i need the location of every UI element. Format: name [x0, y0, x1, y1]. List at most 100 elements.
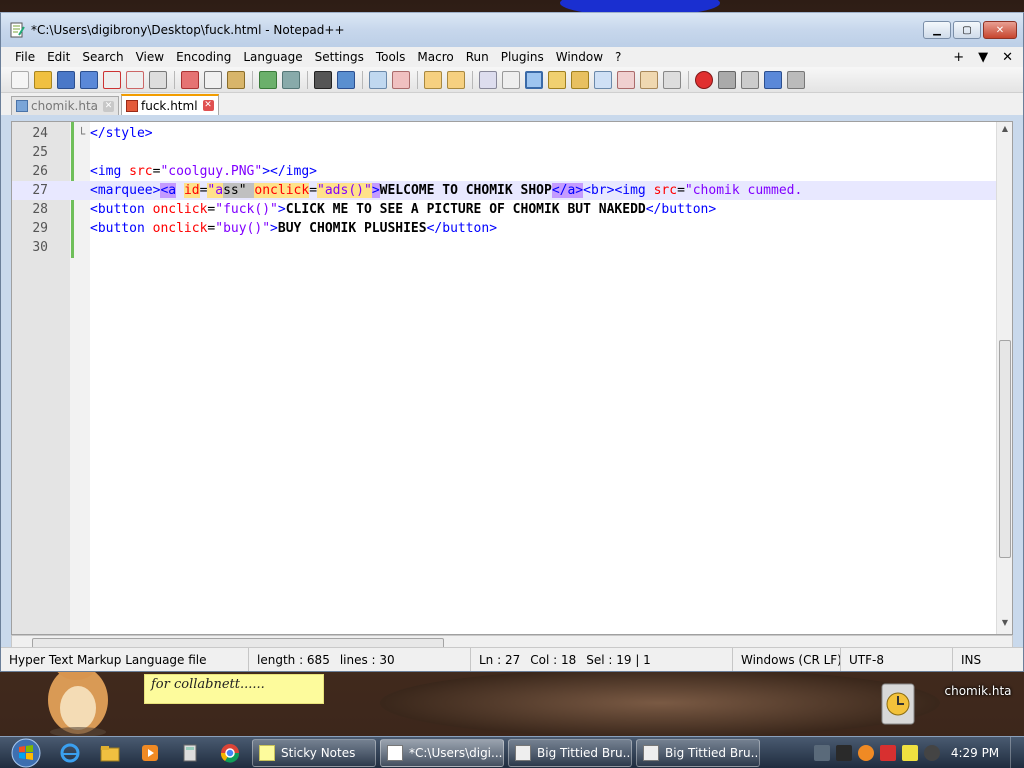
save-macro-icon[interactable] [787, 70, 805, 89]
run-macro-multiple-icon[interactable] [764, 70, 782, 89]
menu-window[interactable]: Window [550, 50, 609, 64]
scroll-up-icon[interactable]: ▲ [997, 124, 1012, 138]
zoom-out-icon[interactable] [392, 70, 410, 89]
maximize-button[interactable]: ▢ [953, 21, 981, 39]
title-bar[interactable]: *C:\Users\digibrony\Desktop\fuck.html - … [1, 13, 1023, 47]
taskbar-window-1[interactable]: Big Tittied Bru... [508, 738, 632, 767]
sync-vertical-icon[interactable] [424, 70, 442, 89]
folder-as-workspace-icon[interactable] [617, 70, 635, 89]
clock[interactable]: 4:29 PM [940, 746, 1010, 760]
code-line[interactable]: 28 <button onclick="fuck()">CLICK ME TO S… [12, 200, 998, 219]
minimize-button[interactable]: ▁ [923, 21, 951, 39]
vertical-scroll-thumb[interactable] [999, 340, 1011, 558]
tray-flag-icon[interactable] [880, 744, 896, 761]
indent-guide-icon[interactable] [525, 70, 543, 89]
zoom-in-icon[interactable] [369, 70, 387, 89]
window-controls: ▁ ▢ ✕ [921, 21, 1017, 39]
code-line[interactable]: 29 <button onclick="buy()">BUY CHOMIK PLU… [12, 219, 998, 238]
tray-volume-icon[interactable] [924, 744, 940, 761]
open-file-icon[interactable] [34, 70, 52, 89]
close-all-icon[interactable] [126, 70, 144, 89]
print-icon[interactable] [149, 70, 167, 89]
start-button[interactable] [4, 737, 48, 768]
paste-icon[interactable] [227, 70, 245, 89]
find-icon[interactable] [314, 70, 332, 89]
record-macro-icon[interactable] [695, 70, 713, 89]
scroll-down-icon[interactable]: ▼ [997, 618, 1012, 632]
tab-fuck-html[interactable]: fuck.html ✕ [121, 94, 219, 115]
sync-horizontal-icon[interactable] [447, 70, 465, 89]
show-desktop-button[interactable] [1010, 736, 1024, 768]
new-tab-icon[interactable]: + [953, 50, 964, 65]
close-document-icon[interactable]: ✕ [1002, 50, 1013, 65]
code-line[interactable]: 30 [12, 238, 998, 257]
menu-view[interactable]: View [130, 50, 170, 64]
code-line[interactable]: 27 <marquee><a id="ass" onclick="ads()">W… [12, 181, 998, 200]
save-all-icon[interactable] [80, 70, 98, 89]
menu-tools[interactable]: Tools [370, 50, 412, 64]
code-line[interactable]: 26 <img src="coolguy.PNG"></img> [12, 162, 998, 181]
pinned-explorer[interactable] [92, 739, 128, 767]
eye-icon[interactable] [663, 70, 681, 89]
pinned-internet-explorer[interactable] [52, 739, 88, 767]
code-token: "coolguy.PNG" [160, 164, 263, 179]
hta-file-desktop-icon[interactable] [878, 682, 918, 726]
menu-encoding[interactable]: Encoding [170, 50, 237, 64]
pinned-chrome[interactable] [212, 739, 248, 767]
define-language-icon[interactable] [548, 70, 566, 89]
tray-note-icon[interactable] [902, 744, 918, 761]
pinned-calculator[interactable] [172, 739, 208, 767]
menu-macro[interactable]: Macro [411, 50, 459, 64]
redo-icon[interactable] [282, 70, 300, 89]
new-file-icon[interactable] [11, 70, 29, 89]
undo-icon[interactable] [259, 70, 277, 89]
menu-file[interactable]: File [9, 50, 41, 64]
word-wrap-icon[interactable] [479, 70, 497, 89]
tray-search-icon[interactable] [858, 744, 874, 761]
menu-language[interactable]: Language [237, 50, 308, 64]
sticky-note[interactable]: for collabnett...... [144, 674, 324, 704]
code-token: </a> [551, 183, 584, 198]
monitoring-icon[interactable] [640, 70, 658, 89]
pinned-media-player[interactable] [132, 739, 168, 767]
tray-tools-icon[interactable] [836, 744, 852, 761]
tab-close-icon[interactable]: ✕ [103, 100, 114, 112]
window-title: *C:\Users\digibrony\Desktop\fuck.html - … [31, 23, 345, 37]
function-list-icon[interactable] [594, 70, 612, 89]
menu-run[interactable]: Run [460, 50, 495, 64]
menu-help[interactable]: ? [609, 50, 627, 64]
menu-edit[interactable]: Edit [41, 50, 76, 64]
show-all-chars-icon[interactable] [502, 70, 520, 89]
save-icon[interactable] [57, 70, 75, 89]
taskbar-window-2[interactable]: Big Tittied Bru... [636, 738, 760, 767]
status-column: Col : 18 [530, 652, 577, 667]
windows-logo-icon [11, 738, 41, 767]
tab-list-dropdown-icon[interactable]: ▼ [978, 50, 988, 65]
play-macro-icon[interactable] [741, 70, 759, 89]
cut-icon[interactable] [181, 70, 199, 89]
menu-settings[interactable]: Settings [309, 50, 370, 64]
replace-icon[interactable] [337, 70, 355, 89]
status-encoding[interactable]: UTF-8 [841, 648, 953, 671]
close-button[interactable]: ✕ [983, 21, 1017, 39]
status-position: Ln : 27 Col : 18 Sel : 19 | 1 [471, 648, 733, 671]
status-insert-mode[interactable]: INS [953, 648, 1013, 671]
code-line[interactable]: 25 [12, 143, 998, 162]
taskbar-sticky-notes[interactable]: Sticky Notes [252, 738, 376, 767]
vertical-scrollbar[interactable]: ▲ ▼ [996, 122, 1012, 634]
doc-map-icon[interactable] [571, 70, 589, 89]
stop-macro-icon[interactable] [718, 70, 736, 89]
tab-chomik-hta[interactable]: chomik.hta ✕ [11, 96, 119, 115]
status-eol[interactable]: Windows (CR LF) [733, 648, 841, 671]
menu-plugins[interactable]: Plugins [495, 50, 550, 64]
code-editor[interactable]: 24 └ </style> 25 26 <img src="coolguy.PNG"></… [11, 121, 1013, 635]
menu-search[interactable]: Search [76, 50, 129, 64]
tab-close-icon[interactable]: ✕ [202, 100, 214, 111]
code-line[interactable]: 24 └ </style> [12, 124, 998, 143]
desktop-icon-label[interactable]: chomik.hta [938, 684, 1018, 698]
taskbar-notepad[interactable]: *C:\Users\digi... [380, 738, 504, 767]
close-file-icon[interactable] [103, 70, 121, 89]
copy-icon[interactable] [204, 70, 222, 89]
tray-app-icon[interactable] [814, 744, 830, 761]
